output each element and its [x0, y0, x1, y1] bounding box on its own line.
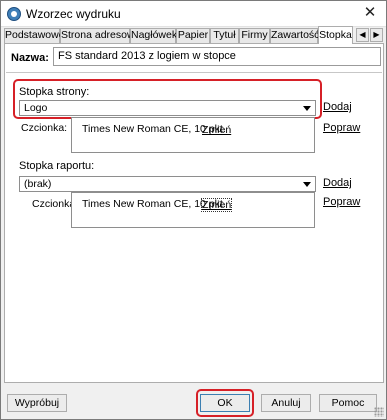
report-footer-select[interactable]: (brak) — [19, 176, 316, 192]
resize-grip-icon[interactable] — [374, 407, 384, 417]
tab-strip: Podstawowe Strona adresowa Nagłówek Papi… — [4, 26, 385, 44]
chevron-down-icon — [303, 106, 311, 111]
chevron-down-icon — [303, 182, 311, 187]
name-label: Nazwa: — [11, 52, 49, 64]
tab-tytul[interactable]: Tytuł — [210, 28, 239, 43]
report-footer-label: Stopka raportu: — [19, 160, 95, 172]
report-footer-change-font-link[interactable]: Zmień — [200, 198, 233, 212]
tab-firmy[interactable]: Firmy — [239, 28, 270, 43]
page-footer-edit-link[interactable]: Popraw — [323, 122, 360, 134]
name-input[interactable]: FS standard 2013 z logiem w stopce — [53, 47, 381, 66]
report-footer-add-link[interactable]: Dodaj — [323, 177, 352, 189]
page-footer-font-box: Times New Roman CE, 10 pkt. Zmień — [71, 117, 315, 153]
tab-stopka[interactable]: Stopka — [318, 26, 353, 44]
try-button[interactable]: Wypróbuj — [7, 394, 67, 412]
close-icon[interactable]: ✕ — [362, 5, 378, 21]
report-footer-font-box: Times New Roman CE, 10 pkt. Zmień — [71, 192, 315, 228]
page-footer-add-link[interactable]: Dodaj — [323, 101, 352, 113]
page-footer-label: Stopka strony: — [19, 86, 90, 98]
page-footer-font-label: Czcionka: — [21, 122, 68, 134]
title-bar[interactable]: Wzorzec wydruku ✕ — [1, 1, 386, 27]
cancel-button[interactable]: Anuluj — [261, 394, 311, 412]
tab-zawartosc[interactable]: Zawartość — [270, 28, 319, 43]
tab-scroll-right-icon[interactable]: ▶ — [370, 28, 383, 42]
tab-strona-adresowa[interactable]: Strona adresowa — [60, 28, 140, 43]
page-footer-selected-value: Logo — [24, 102, 48, 114]
page-footer-change-font-link[interactable]: Zmień — [202, 124, 231, 136]
footer-tab-panel: Nazwa: FS standard 2013 z logiem w stopc… — [4, 43, 384, 383]
dialog-window: Wzorzec wydruku ✕ Podstawowe Strona adre… — [0, 0, 387, 420]
tab-papier[interactable]: Papier — [176, 28, 210, 43]
tab-naglowek[interactable]: Nagłówek — [130, 28, 177, 43]
app-icon — [7, 7, 21, 21]
help-button[interactable]: Pomoc — [319, 394, 377, 412]
window-title: Wzorzec wydruku — [26, 7, 121, 21]
page-footer-select[interactable]: Logo — [19, 100, 316, 116]
divider — [6, 72, 382, 73]
ok-button[interactable]: OK — [200, 394, 250, 412]
report-footer-selected-value: (brak) — [24, 178, 52, 190]
tab-podstawowe[interactable]: Podstawowe — [4, 28, 65, 43]
tab-scroll-left-icon[interactable]: ◀ — [356, 28, 369, 42]
report-footer-edit-link[interactable]: Popraw — [323, 196, 360, 208]
